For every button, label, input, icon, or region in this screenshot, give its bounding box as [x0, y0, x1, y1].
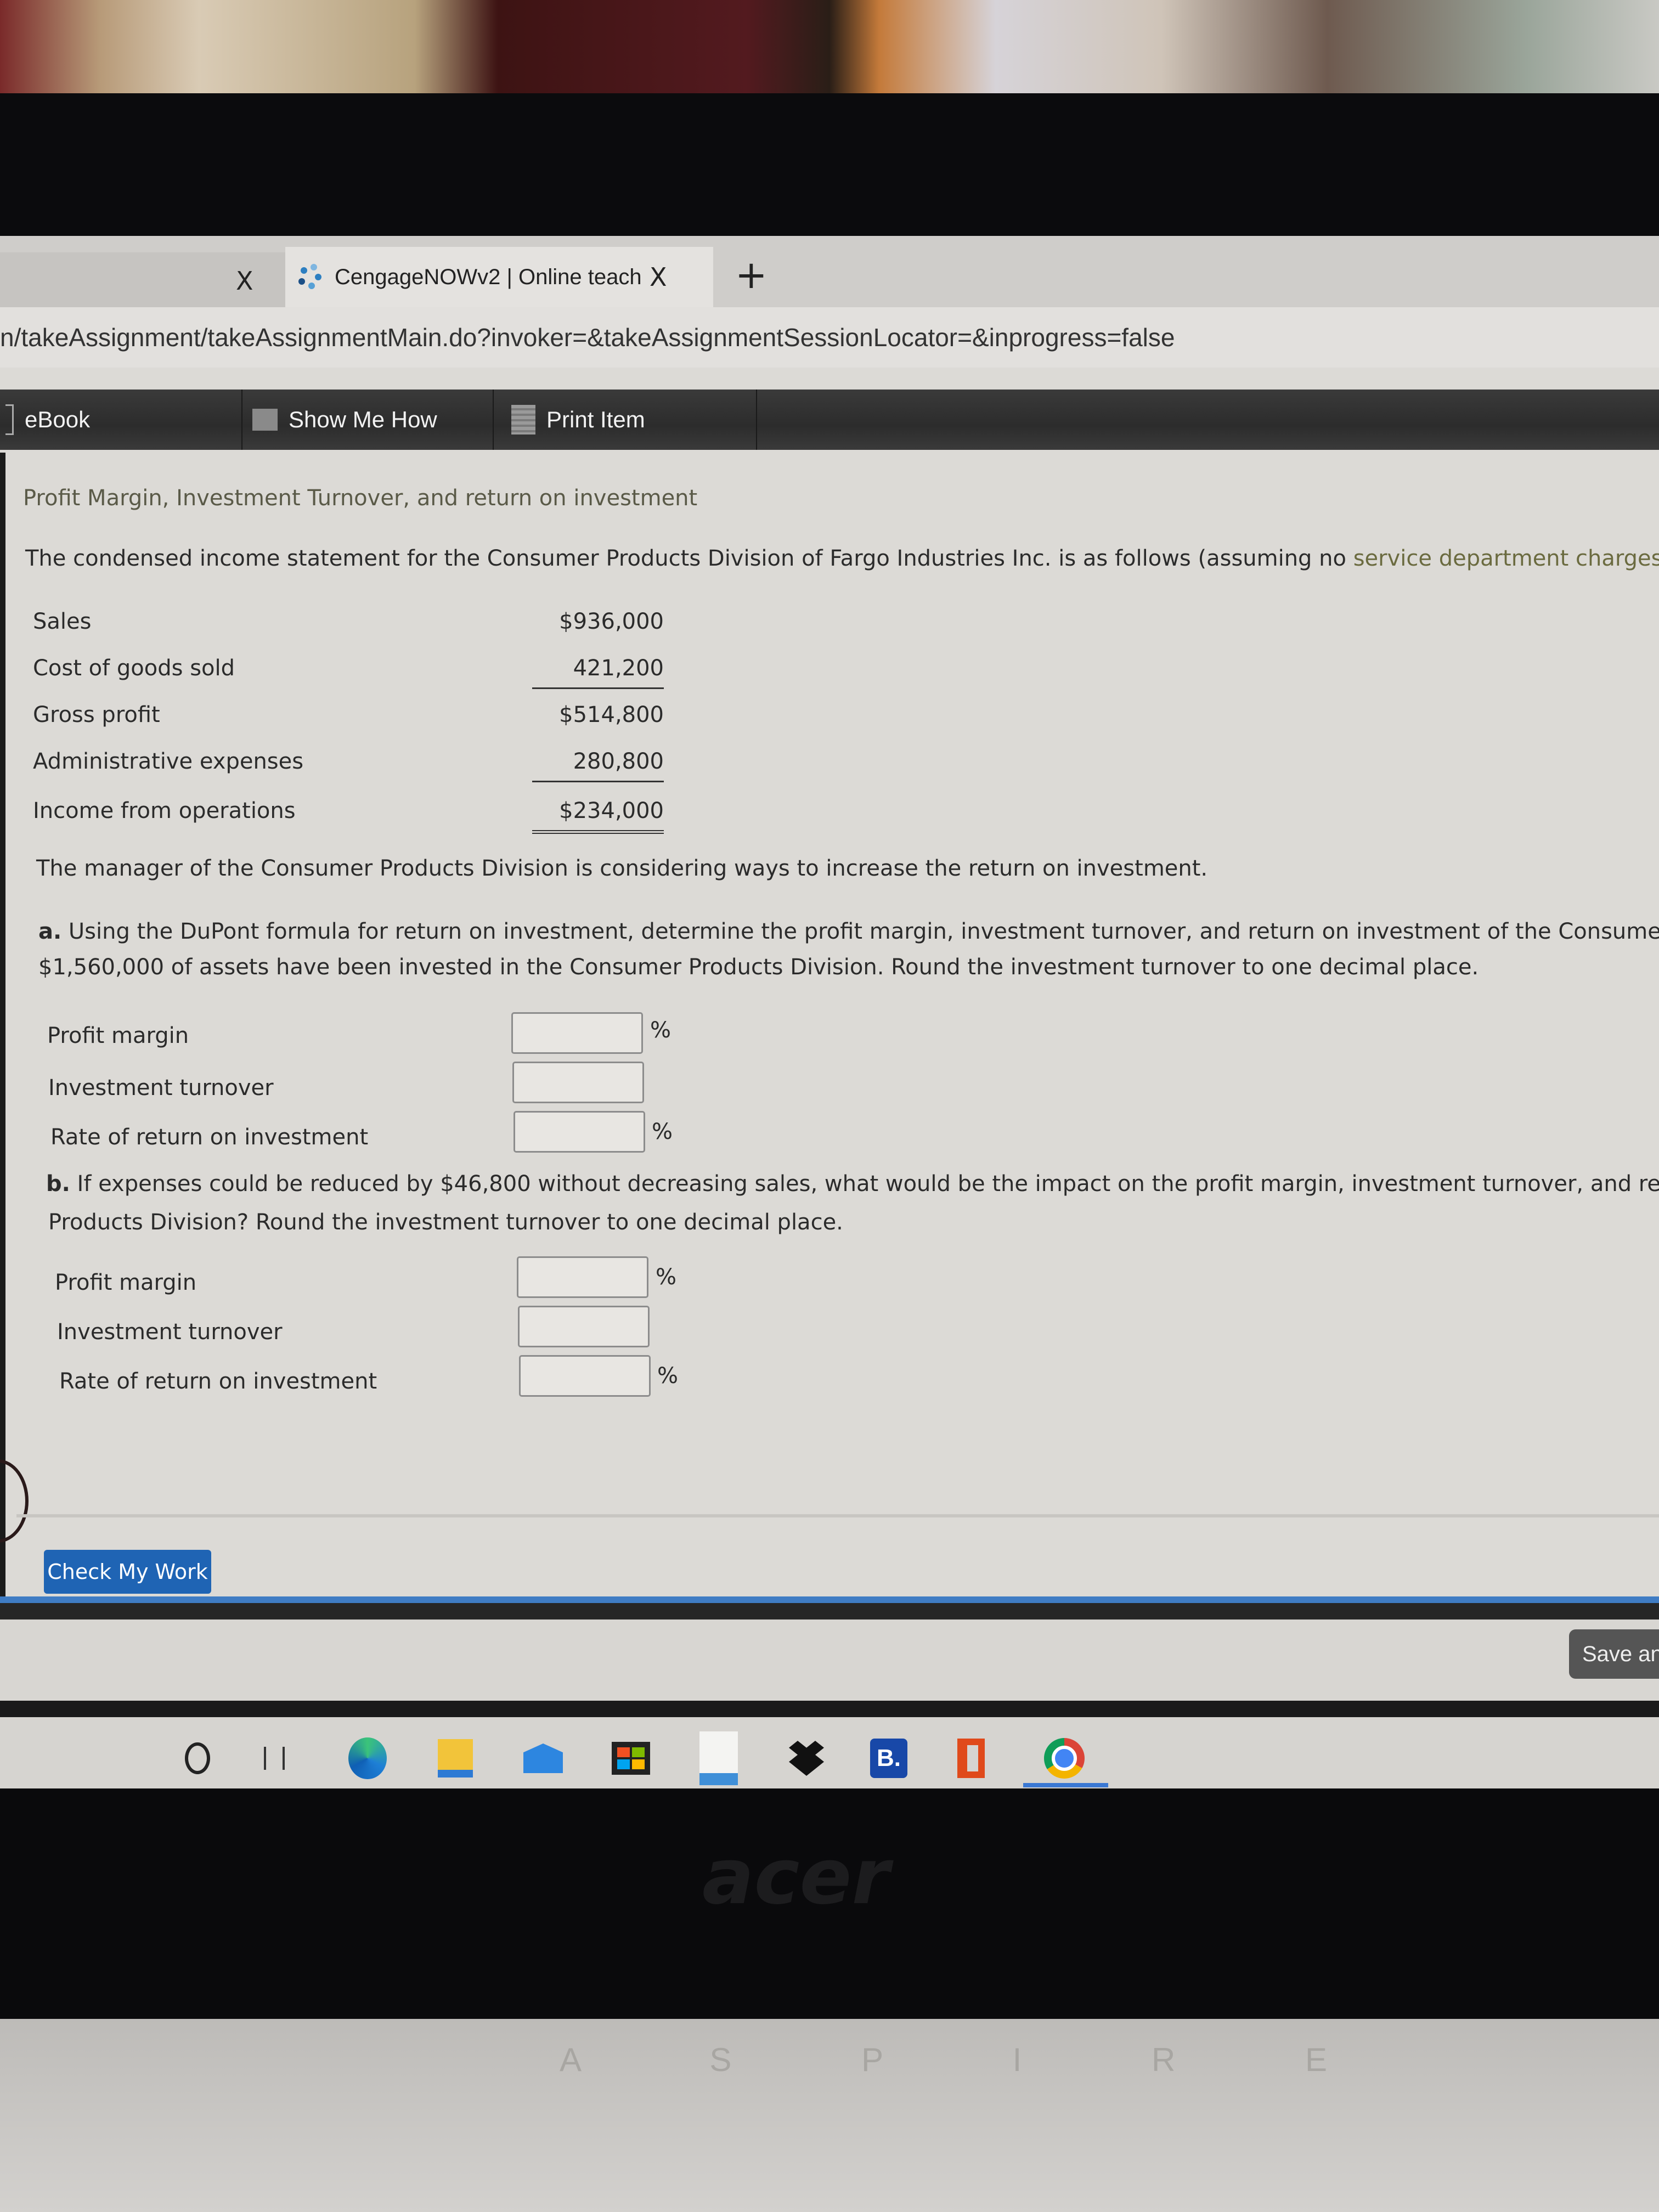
statement-value: 421,200 [532, 656, 664, 689]
percent-unit: % [652, 1119, 673, 1144]
statement-row-sales: Sales $936,000 [33, 609, 664, 647]
ebook-button[interactable]: eBook [0, 390, 242, 450]
video-icon [252, 409, 278, 431]
content-divider [16, 1514, 1659, 1517]
close-tab-icon[interactable]: X [236, 266, 253, 296]
close-tab-icon[interactable]: X [650, 262, 667, 292]
tab-title: CengageNOWv2 | Online teachin [335, 264, 642, 289]
address-bar[interactable]: n/takeAssignment/takeAssignmentMain.do?i… [0, 307, 1659, 368]
part-a-rate-of-return-label: Rate of return on investment [50, 1125, 369, 1150]
statement-label: Income from operations [33, 798, 296, 823]
new-tab-button[interactable]: + [735, 252, 768, 297]
intro-text: The condensed income statement for the C… [25, 546, 1353, 571]
statement-value: 280,800 [532, 749, 664, 782]
assignment-footer [0, 1620, 1659, 1707]
amazon-icon[interactable] [697, 1728, 741, 1788]
part-b-line1: b. If expenses could be reduced by $46,8… [46, 1171, 1659, 1197]
model-label: A S P I R E [560, 2041, 1388, 2078]
statement-row-gross-profit: Gross profit $514,800 [33, 702, 664, 741]
ebook-label: eBook [25, 407, 91, 432]
statement-label: Sales [33, 609, 92, 634]
part-a-rate-of-return-input[interactable] [514, 1111, 645, 1153]
office-icon[interactable] [949, 1728, 993, 1788]
part-a-profit-margin-label: Profit margin [47, 1023, 189, 1048]
footer-accent-bar [0, 1596, 1659, 1603]
percent-unit: % [656, 1265, 677, 1290]
show-me-how-button[interactable]: Show Me How [236, 390, 494, 450]
screen: X CengageNOWv2 | Online teachin X + n/ta… [0, 236, 1659, 1788]
booking-icon[interactable]: B. [867, 1728, 911, 1788]
taskbar-border [0, 1701, 1659, 1717]
statement-row-cogs: Cost of goods sold 421,200 [33, 656, 664, 694]
statement-label: Administrative expenses [33, 749, 304, 774]
save-and-exit-button[interactable]: Save an [1569, 1629, 1659, 1679]
part-a-investment-turnover-input[interactable] [512, 1062, 644, 1103]
part-a-text: Using the DuPont formula for return on i… [68, 919, 1659, 944]
part-b-rate-of-return-input[interactable] [519, 1355, 651, 1397]
assignment-toolbar: eBook Show Me How Print Item [0, 390, 1659, 450]
monitor-bezel [0, 93, 1659, 241]
glossary-link-service-department-charges[interactable]: service department charges [1353, 546, 1659, 571]
percent-unit: % [650, 1018, 672, 1043]
edge-icon[interactable] [346, 1728, 390, 1788]
chrome-icon[interactable] [1042, 1728, 1086, 1788]
statement-row-admin-expenses: Administrative expenses 280,800 [33, 749, 664, 787]
statement-value: $514,800 [559, 702, 664, 727]
problem-content: Profit Margin, Investment Turnover, and … [0, 453, 1659, 1550]
statement-label: Gross profit [33, 702, 160, 727]
cengage-favicon-icon [296, 263, 325, 291]
manager-text: The manager of the Consumer Products Div… [36, 856, 1208, 881]
print-item-label: Print Item [546, 407, 645, 432]
problem-title: Profit Margin, Investment Turnover, and … [23, 486, 698, 511]
part-a-investment-turnover-label: Investment turnover [48, 1075, 274, 1101]
percent-unit: % [657, 1363, 679, 1389]
part-b-prefix: b. [46, 1171, 70, 1197]
tab-active[interactable]: CengageNOWv2 | Online teachin X [285, 247, 713, 307]
task-view-icon[interactable] [252, 1728, 296, 1788]
statement-value: $234,000 [532, 798, 664, 834]
windows-taskbar [0, 1717, 1659, 1799]
brand-logo: acer [702, 1832, 890, 1922]
print-item-button[interactable]: Print Item [494, 390, 757, 450]
part-b-profit-margin-label: Profit margin [55, 1270, 197, 1295]
part-b-investment-turnover-input[interactable] [518, 1306, 650, 1347]
part-b-text: If expenses could be reduced by $46,800 … [77, 1171, 1659, 1197]
statement-value: $936,000 [559, 609, 664, 634]
part-a-line2: $1,560,000 of assets have been invested … [38, 955, 1479, 980]
statement-label: Cost of goods sold [33, 656, 235, 681]
part-a-prefix: a. [38, 919, 62, 944]
book-icon [5, 404, 14, 435]
part-b-rate-of-return-label: Rate of return on investment [59, 1369, 377, 1394]
active-app-indicator [1023, 1783, 1108, 1787]
show-me-how-label: Show Me How [289, 407, 437, 432]
footer-dark-bar [0, 1603, 1659, 1620]
annotation-mark [0, 1459, 29, 1543]
search-icon[interactable] [176, 1728, 219, 1788]
tab-strip: X CengageNOWv2 | Online teachin X + [0, 236, 1659, 307]
mail-icon[interactable] [521, 1728, 565, 1788]
microsoft-store-icon[interactable] [609, 1728, 653, 1788]
problem-intro: The condensed income statement for the C… [25, 546, 1659, 571]
statement-row-income-from-operations: Income from operations $234,000 [33, 798, 664, 837]
part-b-investment-turnover-label: Investment turnover [57, 1319, 283, 1345]
check-my-work-button[interactable]: Check My Work [44, 1550, 211, 1594]
part-b-profit-margin-input[interactable] [517, 1256, 648, 1298]
file-explorer-icon[interactable] [433, 1728, 477, 1788]
part-b-line2: Products Division? Round the investment … [48, 1210, 843, 1235]
part-a-profit-margin-input[interactable] [511, 1012, 643, 1054]
url-text[interactable]: n/takeAssignment/takeAssignmentMain.do?i… [0, 323, 1175, 352]
dropbox-icon[interactable] [785, 1728, 828, 1788]
print-icon [511, 405, 535, 435]
part-a-line1: a. Using the DuPont formula for return o… [38, 919, 1659, 944]
